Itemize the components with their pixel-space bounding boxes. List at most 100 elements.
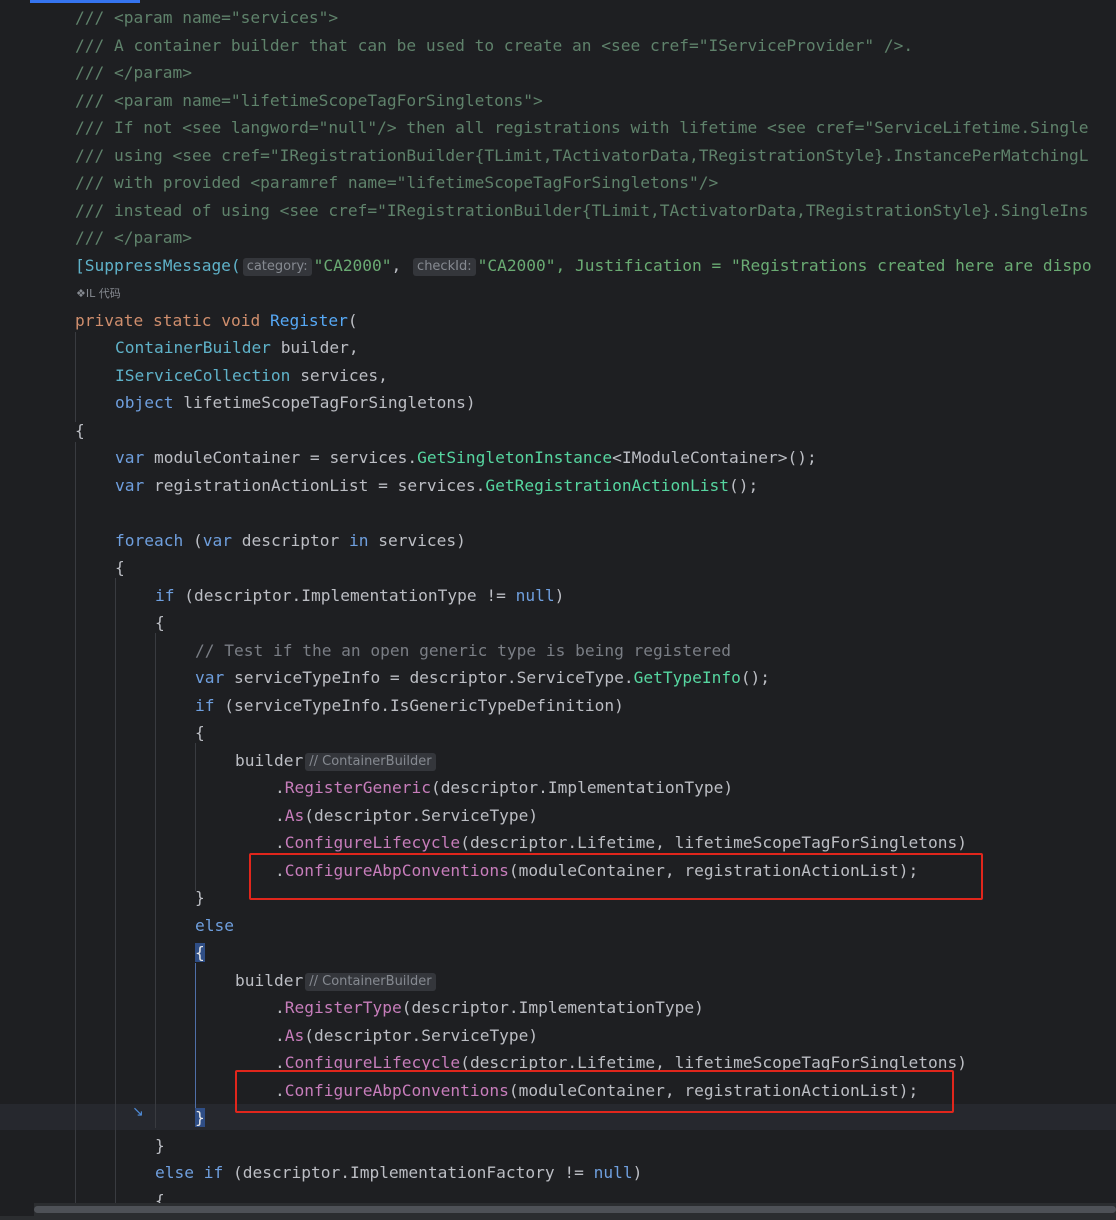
keyword: else xyxy=(195,916,234,935)
property: ServiceType xyxy=(421,1026,529,1045)
code-line: .RegisterGeneric(descriptor.Implementati… xyxy=(275,778,734,797)
code-line-signature: private static void Register( xyxy=(75,311,358,330)
type-name: IServiceCollection xyxy=(115,366,291,385)
attribute-open: [SuppressMessage( xyxy=(75,256,241,275)
code-line: .As(descriptor.ServiceType) xyxy=(275,806,539,825)
identifier: descriptor xyxy=(469,833,568,852)
code-line: var moduleContainer = services.GetSingle… xyxy=(115,448,817,467)
keyword: object xyxy=(115,393,174,412)
operator: = xyxy=(368,476,398,495)
string-literal: "CA2000" xyxy=(477,256,556,275)
property: IsGenericTypeDefinition xyxy=(389,696,615,715)
brace: { xyxy=(75,421,85,440)
brace: { xyxy=(195,723,205,742)
code-line: builder// ContainerBuilder xyxy=(235,747,438,774)
keyword: in xyxy=(348,531,369,550)
line-comment: // Test if the an open generic type is b… xyxy=(195,641,732,660)
code-line: .ConfigureLifecycle(descriptor.Lifetime,… xyxy=(275,833,968,852)
code-line-current: } xyxy=(195,1104,205,1131)
method-call: ConfigureLifecycle xyxy=(284,833,461,852)
identifier: descriptor xyxy=(194,586,292,605)
identifier: services xyxy=(329,448,408,467)
identifier: descriptor xyxy=(440,778,539,797)
property: Lifetime xyxy=(577,833,656,852)
type-name: ContainerBuilder xyxy=(115,338,271,357)
scrollbar-thumb[interactable] xyxy=(34,1206,1116,1213)
identifier: builder xyxy=(235,751,304,770)
doc-comment-text: /// </param> xyxy=(75,228,192,247)
param-name: lifetimeScopeTagForSingletons) xyxy=(183,393,476,412)
method-call: GetTypeInfo xyxy=(633,668,741,687)
indent-guide xyxy=(75,332,76,422)
editor-bottom-border xyxy=(0,1216,1116,1220)
code-line: /// with provided <paramref name="lifeti… xyxy=(75,169,718,196)
generic-args: <IModuleContainer> xyxy=(612,448,788,467)
inlay-hint-checkid[interactable]: checkId: xyxy=(413,258,476,276)
brace: { xyxy=(115,558,125,577)
keyword: var xyxy=(115,476,145,495)
justification-text: , Justification = "Registrations created… xyxy=(555,256,1092,275)
property: ServiceType xyxy=(516,668,624,687)
code-editor[interactable]: /// <param name="services"> /// A contai… xyxy=(0,0,1116,1220)
doc-comment-text: /// </param> xyxy=(75,63,192,82)
code-line: if (serviceTypeInfo.IsGenericTypeDefinit… xyxy=(195,696,624,715)
code-line: /// instead of using <see cref="IRegistr… xyxy=(75,197,1089,224)
identifier: descriptor xyxy=(242,1163,341,1182)
keyword: var xyxy=(195,668,225,687)
inlay-hint-type[interactable]: // ContainerBuilder xyxy=(305,753,436,771)
code-line: /// A container builder that can be used… xyxy=(75,32,913,59)
property: ServiceType xyxy=(421,806,529,825)
param-name: services, xyxy=(300,366,388,385)
code-line: } xyxy=(155,1132,165,1159)
inlay-hint-type[interactable]: // ContainerBuilder xyxy=(305,973,436,991)
punctuation: (); xyxy=(729,476,759,495)
var-name: registrationActionList xyxy=(154,476,369,495)
keyword: void xyxy=(221,311,261,330)
code-line: var registrationActionList = services.Ge… xyxy=(115,476,759,495)
method-call: RegisterType xyxy=(284,998,402,1017)
scroll-position-marker xyxy=(30,0,140,3)
horizontal-scrollbar[interactable] xyxy=(34,1203,1116,1216)
method-call: As xyxy=(284,1026,305,1045)
identifier: lifetimeScopeTagForSingletons xyxy=(674,833,958,852)
operator: = xyxy=(380,668,410,687)
il-code-link[interactable]: ❖IL 代码 xyxy=(76,286,121,302)
method-name: Register xyxy=(269,311,348,330)
string-literal: "CA2000" xyxy=(313,256,392,275)
editor-gutter[interactable] xyxy=(0,0,30,1220)
code-line: var serviceTypeInfo = descriptor.Service… xyxy=(195,668,771,687)
identifier: services) xyxy=(378,531,466,550)
identifier: descriptor xyxy=(314,1026,412,1045)
keyword: var xyxy=(202,531,232,550)
code-line-param: IServiceCollection services, xyxy=(115,362,388,389)
identifier: builder xyxy=(235,971,304,990)
indent-guide-active xyxy=(195,963,196,1111)
code-line: if (descriptor.ImplementationType != nul… xyxy=(155,586,565,605)
keyword: var xyxy=(115,448,145,467)
code-line: } xyxy=(195,884,205,911)
code-line: .RegisterType(descriptor.ImplementationT… xyxy=(275,998,704,1017)
indent-guide xyxy=(195,743,196,891)
identifier: descriptor xyxy=(409,668,507,687)
inlay-hint-category[interactable]: category: xyxy=(242,258,312,276)
brace: } xyxy=(155,1136,165,1155)
doc-comment-text: /// <param name="lifetimeScopeTagForSing… xyxy=(75,91,543,110)
code-line: /// <param name="lifetimeScopeTagForSing… xyxy=(75,87,543,114)
identifier: descriptor xyxy=(241,531,340,550)
identifier: services xyxy=(397,476,476,495)
doc-comment-text: /// with provided <paramref name="lifeti… xyxy=(75,173,719,192)
code-line: else xyxy=(195,912,234,939)
code-line: /// </param> xyxy=(75,224,192,251)
code-line: { xyxy=(195,939,205,966)
doc-comment-text: /// instead of using <see cref="IRegistr… xyxy=(75,201,1089,220)
keyword: if xyxy=(155,586,175,605)
code-line: else if (descriptor.ImplementationFactor… xyxy=(155,1163,643,1182)
doc-comment-text: /// using <see cref="IRegistrationBuilde… xyxy=(75,146,1089,165)
param-name: builder, xyxy=(280,338,359,357)
code-line: { xyxy=(155,609,165,636)
identifier: serviceTypeInfo xyxy=(234,696,381,715)
matched-brace: } xyxy=(195,1108,205,1127)
code-line: /// using <see cref="IRegistrationBuilde… xyxy=(75,142,1089,169)
brace: } xyxy=(195,888,205,907)
code-line: /// <param name="services"> xyxy=(75,4,338,31)
